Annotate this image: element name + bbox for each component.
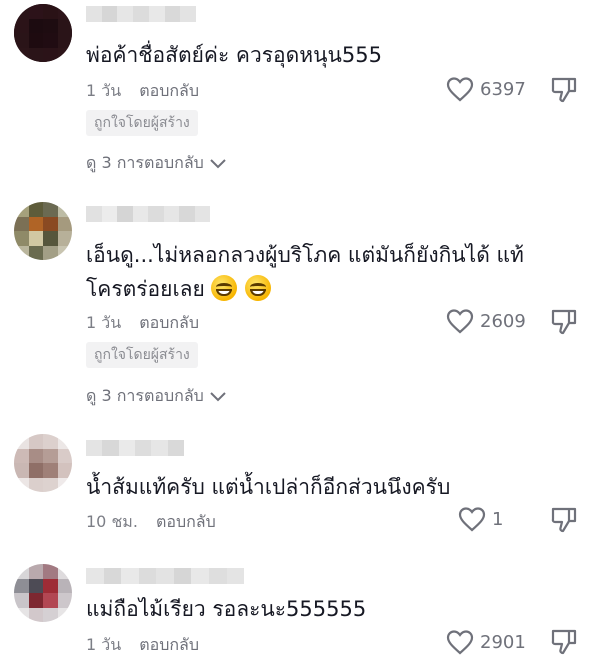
like-button[interactable]: 2901	[446, 629, 526, 655]
avatar[interactable]	[14, 434, 72, 492]
thumbs-down-outline-icon	[551, 309, 577, 335]
grinning-face-emoji	[244, 275, 271, 301]
like-count: 6397	[480, 78, 526, 100]
like-count: 2901	[480, 631, 526, 653]
comment-1: พ่อค้าชื่อสัตย์ค่ะ ควรอุดหนุน555 1 วัน ต…	[0, 0, 600, 190]
view-replies-button[interactable]: ดู 3 การตอบกลับ	[86, 384, 226, 409]
heart-outline-icon	[446, 630, 474, 655]
dislike-button[interactable]	[550, 76, 578, 108]
comment-text: แม่ถือไม้เรียว รอละนะ555555	[86, 597, 367, 621]
dislike-button[interactable]	[550, 628, 578, 660]
avatar[interactable]	[14, 4, 72, 62]
chevron-down-icon	[210, 158, 226, 168]
reply-button[interactable]: ตอบกลับ	[139, 311, 199, 336]
reply-button[interactable]: ตอบกลับ	[139, 633, 199, 658]
username-blurred[interactable]	[86, 568, 245, 584]
comment-4: แม่ถือไม้เรียว รอละนะ555555 1 วัน ตอบกลั…	[0, 560, 600, 656]
comment-time: 1 วัน	[86, 313, 122, 332]
comment-time: 1 วัน	[86, 635, 122, 654]
reply-button[interactable]: ตอบกลับ	[156, 510, 216, 535]
comment-text-line-1: เอ็นดู...ไม่หลอกลวงผู้บริโภค แต่มันก็ยัง…	[86, 243, 524, 267]
creator-liked-badge: ถูกใจโดยผู้สร้าง	[86, 342, 198, 368]
comment-text: พ่อค้าชื่อสัตย์ค่ะ ควรอุดหนุน555	[86, 43, 382, 67]
chevron-down-icon	[210, 391, 226, 401]
view-replies-label: ดู 3 การตอบกลับ	[86, 386, 204, 405]
creator-liked-badge: ถูกใจโดยผู้สร้าง	[86, 110, 198, 136]
view-replies-label: ดู 3 การตอบกลับ	[86, 153, 204, 172]
heart-outline-icon	[446, 77, 474, 102]
comment-meta: 1 วัน ตอบกลับ	[86, 311, 199, 336]
like-button[interactable]: 6397	[446, 76, 526, 102]
avatar[interactable]	[14, 564, 72, 622]
thumbs-down-outline-icon	[551, 629, 577, 655]
comment-2: เอ็นดู...ไม่หลอกลวงผู้บริโภค แต่มันก็ยัง…	[0, 198, 600, 428]
like-button[interactable]: 1	[458, 506, 503, 532]
reply-button[interactable]: ตอบกลับ	[139, 79, 199, 104]
username-blurred[interactable]	[86, 440, 184, 456]
view-replies-button[interactable]: ดู 3 การตอบกลับ	[86, 151, 226, 176]
username-blurred[interactable]	[86, 206, 210, 222]
comment-3: น้ำส้มแท้ครับ แต่น้ำเปล่าก็อีกส่วนนึงครั…	[0, 432, 600, 552]
comment-time: 10 ชม.	[86, 512, 138, 531]
comment-meta: 1 วัน ตอบกลับ	[86, 633, 199, 658]
username-blurred[interactable]	[86, 6, 197, 22]
heart-outline-icon	[458, 507, 486, 532]
comment-text-line-2-content: โครตร่อยเลย	[86, 277, 205, 301]
comment-text: น้ำส้มแท้ครับ แต่น้ำเปล่าก็อีกส่วนนึงครั…	[86, 475, 451, 499]
dislike-button[interactable]	[550, 506, 578, 538]
thumbs-down-outline-icon	[551, 77, 577, 103]
comment-text-line-2: โครตร่อยเลย	[86, 272, 271, 306]
dislike-button[interactable]	[550, 308, 578, 340]
heart-outline-icon	[446, 309, 474, 334]
comment-meta: 10 ชม. ตอบกลับ	[86, 510, 216, 535]
grinning-face-emoji	[210, 275, 237, 301]
comment-time: 1 วัน	[86, 81, 122, 100]
thumbs-down-outline-icon	[551, 507, 577, 533]
avatar[interactable]	[14, 202, 72, 260]
like-count: 1	[492, 508, 504, 530]
like-button[interactable]: 2609	[446, 308, 526, 334]
like-count: 2609	[480, 310, 526, 332]
comment-meta: 1 วัน ตอบกลับ	[86, 79, 199, 104]
